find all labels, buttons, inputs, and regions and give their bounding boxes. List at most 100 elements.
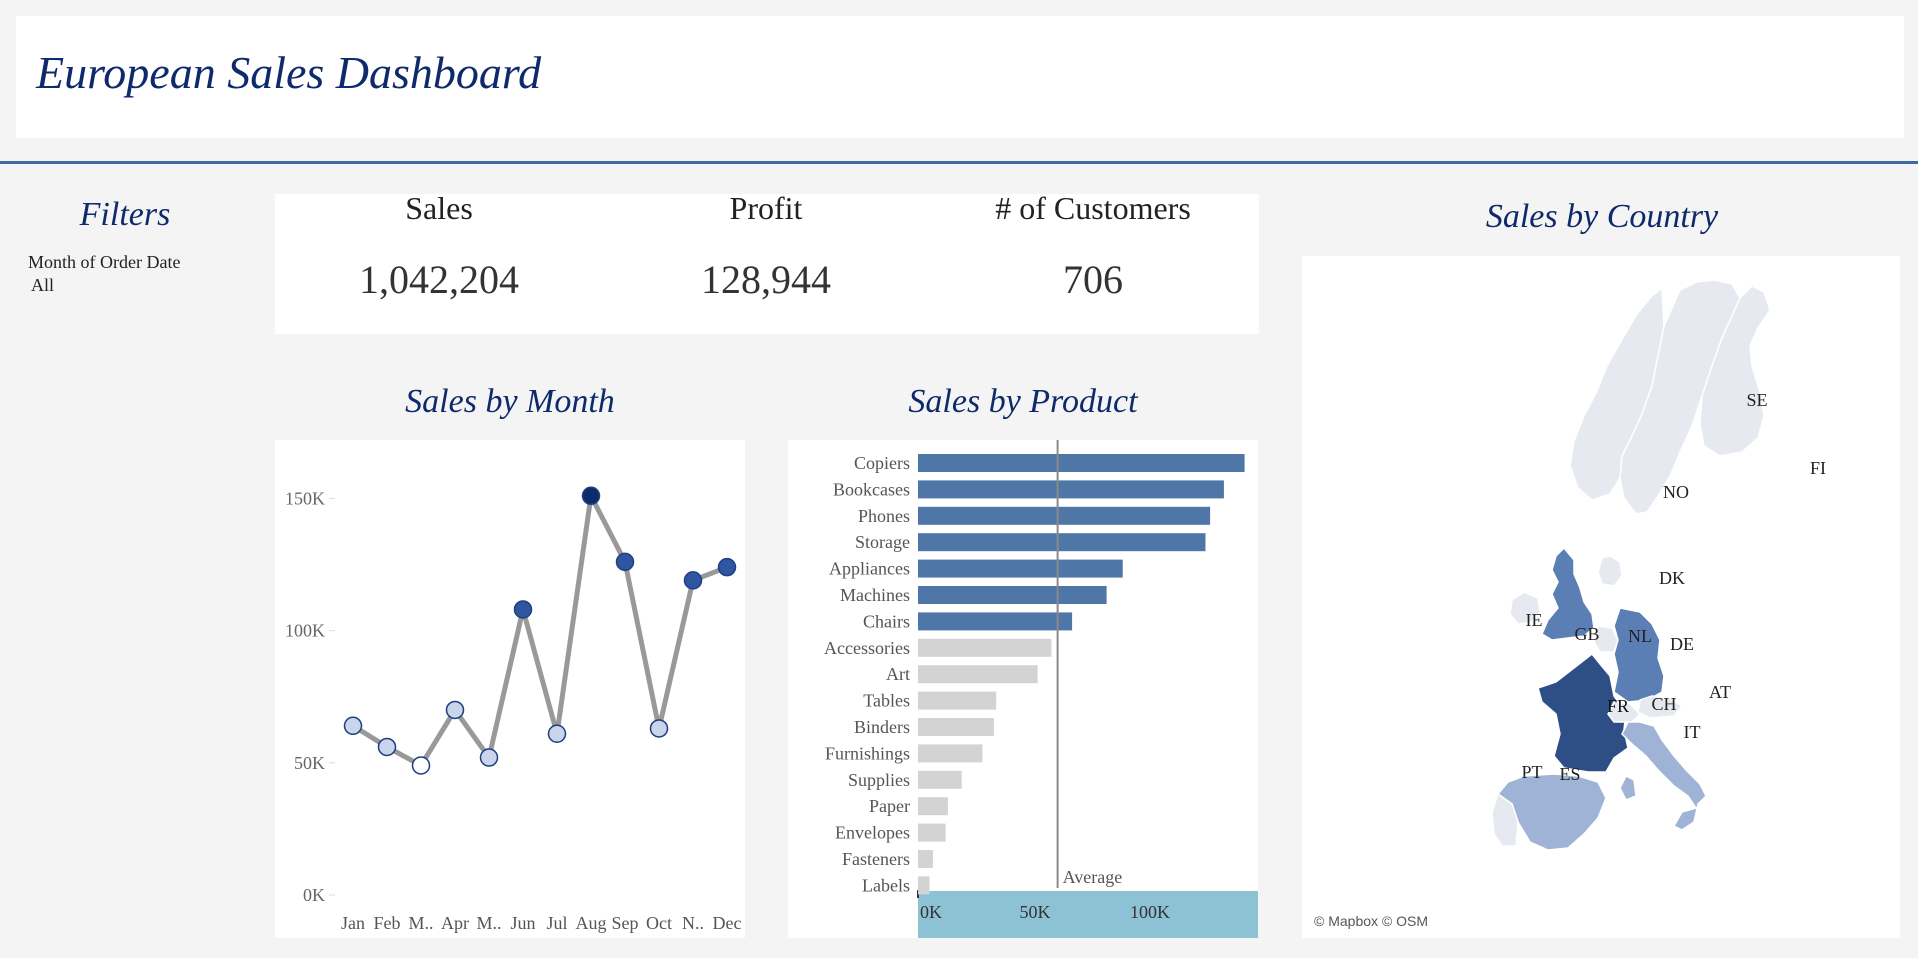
map-labels: SE FI NO DK IE GB NL DE FR CH AT IT PT E… bbox=[1521, 390, 1826, 784]
month-point-Feb[interactable] bbox=[377, 737, 397, 757]
dashboard-title: European Sales Dashboard bbox=[36, 47, 542, 98]
month-point-M..[interactable] bbox=[411, 756, 431, 775]
filter-month-value[interactable]: All bbox=[31, 275, 54, 296]
month-point-Dec[interactable] bbox=[717, 557, 737, 577]
month-point-M..[interactable] bbox=[479, 748, 499, 767]
product-bar-art[interactable] bbox=[918, 665, 1038, 684]
map-label-AT: AT bbox=[1709, 682, 1731, 702]
product-category-label: Art bbox=[886, 664, 910, 684]
product-category-label: Chairs bbox=[863, 611, 910, 631]
product-xtick-label: 50K bbox=[1020, 902, 1051, 922]
month-xtick-label: M.. bbox=[476, 913, 501, 933]
month-xtick-label: Feb bbox=[374, 913, 401, 933]
kpi-profit-label: Profit bbox=[729, 190, 803, 226]
product-category-label: Paper bbox=[869, 796, 910, 816]
month-ytick-label: 100K bbox=[285, 621, 325, 641]
product-bar-appliances[interactable] bbox=[918, 559, 1123, 578]
product-xtick-label: 0K bbox=[920, 902, 942, 922]
kpi-sales-value: 1,042,204 bbox=[359, 257, 519, 302]
sales-by-month-chart[interactable]: 0K 50K 100K 150K Jan Feb M.. Apr M.. Jun Jul Aug Sep… bbox=[275, 440, 745, 938]
month-ytick-label: 50K bbox=[294, 753, 325, 773]
month-chart-svg: 0K 50K 100K 150K Jan Feb M.. Apr M.. Jun Jul Aug Sep… bbox=[285, 486, 742, 933]
product-axis-band bbox=[918, 891, 1258, 938]
map-label-FI: FI bbox=[1810, 458, 1826, 478]
product-category-label: Envelopes bbox=[835, 823, 910, 843]
product-bar-fasteners[interactable] bbox=[918, 850, 933, 868]
map-label-IE: IE bbox=[1526, 610, 1543, 630]
map-label-DK: DK bbox=[1659, 568, 1685, 588]
product-bar-furnishings[interactable] bbox=[918, 744, 983, 763]
month-point-Oct[interactable] bbox=[649, 719, 669, 738]
product-bar-phones[interactable] bbox=[918, 506, 1211, 525]
month-point-N..[interactable] bbox=[683, 571, 703, 590]
kpi-customers-value: 706 bbox=[1063, 257, 1123, 302]
product-category-label: Storage bbox=[855, 532, 910, 552]
map-label-DE: DE bbox=[1670, 634, 1694, 654]
kpi-customers-label: # of Customers bbox=[995, 190, 1191, 226]
month-sales-line bbox=[351, 493, 728, 768]
product-average-label: Average bbox=[1063, 867, 1123, 887]
product-xtick-label: 100K bbox=[1130, 902, 1170, 922]
map-label-FR: FR bbox=[1607, 696, 1629, 716]
product-bar-binders[interactable] bbox=[918, 718, 994, 736]
product-bar-accessories[interactable] bbox=[918, 638, 1052, 657]
product-category-label: Copiers bbox=[854, 453, 910, 473]
product-category-label: Appliances bbox=[829, 559, 910, 579]
month-xtick-label: Jan bbox=[341, 913, 365, 933]
month-point-Jan[interactable] bbox=[343, 716, 363, 736]
sales-by-product-chart[interactable]: Copiers Bookcases Phones Storage Appliances M… bbox=[788, 440, 1258, 938]
month-point-Apr[interactable] bbox=[445, 700, 465, 720]
map-label-SE: SE bbox=[1746, 390, 1767, 410]
product-category-label: Binders bbox=[854, 717, 910, 737]
product-category-label: Labels bbox=[862, 875, 910, 895]
product-bar-bookcases[interactable] bbox=[918, 480, 1224, 499]
map-attribution[interactable]: © Mapbox © OSM bbox=[1314, 913, 1428, 929]
product-category-label: Bookcases bbox=[833, 479, 910, 499]
product-chart-svg: Copiers Bookcases Phones Storage Appliances M… bbox=[824, 440, 1258, 938]
product-category-label: Phones bbox=[858, 506, 910, 526]
month-xtick-label: M.. bbox=[408, 913, 433, 933]
kpi-sales-label: Sales bbox=[405, 190, 473, 226]
month-xtick-label: Oct bbox=[646, 913, 672, 933]
sales-by-country-title: Sales by Country bbox=[1485, 198, 1719, 235]
month-point-Jun[interactable] bbox=[513, 600, 533, 619]
map-label-ES: ES bbox=[1559, 764, 1580, 784]
product-category-label: Machines bbox=[840, 585, 910, 605]
product-bar-paper[interactable] bbox=[918, 797, 948, 816]
filters-title: Filters bbox=[79, 196, 171, 233]
product-bar-storage[interactable] bbox=[918, 533, 1206, 552]
month-xtick-label: Jun bbox=[510, 913, 535, 933]
sales-by-product-title: Sales by Product bbox=[908, 383, 1138, 420]
month-ytick-label: 0K bbox=[303, 885, 325, 905]
sales-by-country-map[interactable]: SE FI NO DK IE GB NL DE FR CH AT IT PT E… bbox=[1302, 256, 1900, 938]
map-label-NL: NL bbox=[1628, 626, 1652, 646]
month-xtick-label: Dec bbox=[713, 913, 742, 933]
product-bar-supplies[interactable] bbox=[918, 770, 962, 789]
month-point-Aug[interactable] bbox=[581, 486, 601, 506]
product-bar-machines[interactable] bbox=[918, 586, 1107, 604]
product-category-label: Supplies bbox=[848, 770, 910, 790]
map-label-PT: PT bbox=[1521, 762, 1542, 782]
month-xtick-label: Sep bbox=[612, 913, 639, 933]
product-bar-chairs[interactable] bbox=[918, 612, 1073, 631]
product-category-label: Fasteners bbox=[842, 849, 910, 869]
map-label-CH: CH bbox=[1651, 694, 1676, 714]
filter-month-label: Month of Order Date bbox=[28, 252, 181, 272]
product-bar-tables[interactable] bbox=[918, 691, 997, 710]
month-point-Sep[interactable] bbox=[615, 552, 635, 572]
month-xtick-label: Aug bbox=[576, 913, 607, 933]
product-category-label: Tables bbox=[863, 691, 910, 711]
kpi-profit-value: 128,944 bbox=[701, 257, 831, 302]
sales-by-month-title: Sales by Month bbox=[405, 383, 615, 420]
map-label-IT: IT bbox=[1684, 722, 1701, 742]
month-ytick-label: 150K bbox=[285, 488, 325, 508]
product-category-label: Accessories bbox=[824, 638, 910, 658]
product-bar-envelopes[interactable] bbox=[918, 823, 946, 842]
month-xtick-label: Jul bbox=[546, 913, 567, 933]
map-label-NO: NO bbox=[1663, 482, 1689, 502]
month-xtick-label: Apr bbox=[441, 913, 469, 933]
product-bar-labels[interactable] bbox=[918, 876, 930, 895]
product-category-label: Furnishings bbox=[825, 743, 910, 763]
product-bar-copiers[interactable] bbox=[918, 454, 1245, 472]
month-point-Jul[interactable] bbox=[547, 724, 567, 743]
